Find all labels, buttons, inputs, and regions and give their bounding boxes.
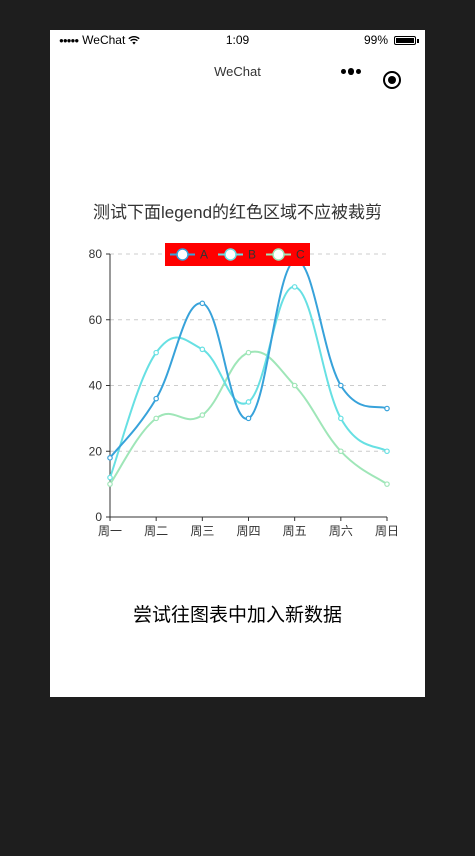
data-point-C xyxy=(107,481,113,487)
data-point-C xyxy=(384,481,390,487)
legend-marker-A xyxy=(176,248,189,261)
data-point-C xyxy=(245,349,252,356)
legend-label-B: B xyxy=(248,248,256,262)
data-point-A xyxy=(153,395,159,402)
legend-label-A: A xyxy=(200,248,208,262)
line-chart: 0 20 40 60 80 周一 周二 周三 周四 周五 周六 周日 A B C xyxy=(89,243,399,538)
x-tick-label: 周五 xyxy=(283,524,307,538)
legend-label-C: C xyxy=(296,248,305,262)
legend-marker-C xyxy=(272,248,285,261)
data-point-B xyxy=(107,474,113,481)
data-point-B xyxy=(199,346,206,353)
data-point-A xyxy=(338,382,344,389)
y-tick-label: 0 xyxy=(95,510,102,524)
data-point-B xyxy=(384,448,390,455)
add-data-text[interactable]: 尝试往图表中加入新数据 xyxy=(50,600,425,627)
series-line-B xyxy=(109,285,388,478)
x-tick-label: 周日 xyxy=(375,524,399,538)
data-point-B xyxy=(153,349,159,356)
data-point-C xyxy=(291,382,298,389)
data-point-C xyxy=(338,448,344,455)
phone-screen: ●●●●● WeChat 1:09 99% WeChat 测试下面legend的… xyxy=(50,30,425,697)
y-tick-label: 60 xyxy=(89,313,103,327)
data-point-B xyxy=(338,415,344,422)
x-tick-label: 周三 xyxy=(190,524,214,538)
x-tick-label: 周二 xyxy=(144,524,168,538)
data-point-B xyxy=(291,284,298,290)
data-point-C xyxy=(199,412,206,418)
data-point-A xyxy=(245,415,252,422)
legend-marker-B xyxy=(224,248,237,261)
data-point-C xyxy=(153,415,159,422)
y-tick-label: 20 xyxy=(89,444,103,458)
data-point-A xyxy=(107,455,113,461)
x-tick-label: 周一 xyxy=(98,524,122,538)
y-tick-label: 80 xyxy=(89,247,103,261)
data-point-A xyxy=(199,300,206,307)
x-tick-label: 周四 xyxy=(236,524,260,538)
x-tick-label: 周六 xyxy=(329,524,353,538)
data-point-A xyxy=(384,405,390,412)
data-point-B xyxy=(245,399,252,405)
y-tick-label: 40 xyxy=(89,379,103,393)
